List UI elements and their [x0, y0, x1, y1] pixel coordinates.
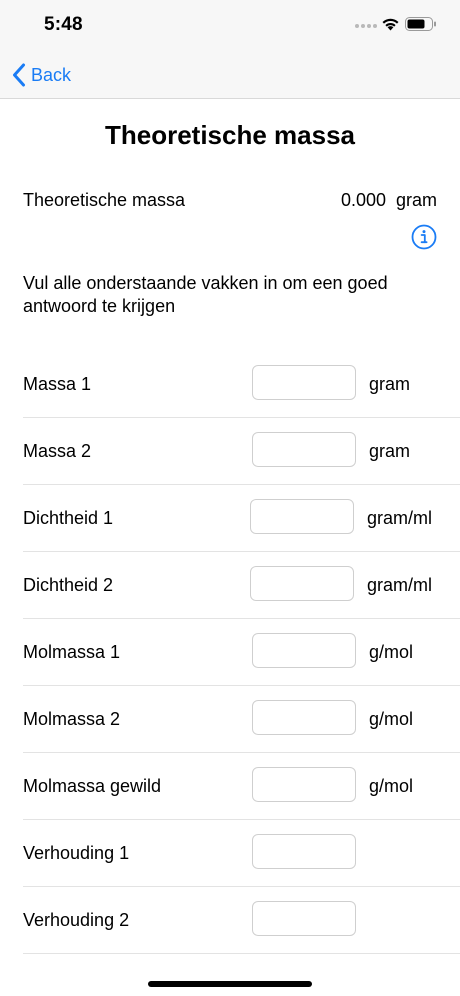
- field-label: Dichtheid 1: [23, 508, 114, 528]
- result-value: 0.000 gram: [341, 190, 437, 211]
- field-label: Massa 1: [23, 374, 92, 394]
- field-label: Verhouding 2: [23, 910, 130, 930]
- form-row-molmassa-2: Molmassa 2 g/mol: [0, 686, 460, 753]
- field-label: Dichtheid 2: [23, 575, 114, 595]
- row-divider: [23, 953, 460, 954]
- dichtheid-1-input[interactable]: [250, 499, 354, 534]
- page-title: Theoretische massa: [104, 120, 355, 150]
- status-time: 5:48: [44, 14, 83, 35]
- cellular-signal-icon: [355, 24, 377, 28]
- field-unit: g/mol: [369, 709, 414, 729]
- form-row-verhouding-2: Verhouding 2: [0, 887, 460, 954]
- back-button-label: Back: [31, 64, 72, 85]
- info-icon[interactable]: [411, 224, 437, 250]
- dichtheid-2-input[interactable]: [250, 566, 354, 601]
- result-label: Theoretische massa: [23, 190, 186, 210]
- back-button[interactable]: Back: [12, 60, 71, 90]
- verhouding-1-input[interactable]: [252, 834, 356, 869]
- field-unit: gram: [369, 441, 411, 461]
- massa-2-input[interactable]: [252, 432, 356, 467]
- form-row-dichtheid-1: Dichtheid 1 gram/ml: [0, 485, 460, 552]
- form-row-massa-2: Massa 2 gram: [0, 418, 460, 485]
- field-label: Molmassa 1: [23, 642, 121, 662]
- wifi-icon: [382, 18, 399, 31]
- battery-icon: [405, 17, 436, 31]
- field-label: Verhouding 1: [23, 843, 130, 863]
- molmassa-gewild-input[interactable]: [252, 767, 356, 802]
- form-row-massa-1: Massa 1 gram: [0, 351, 460, 418]
- form-row-molmassa-1: Molmassa 1 g/mol: [0, 619, 460, 686]
- status-bar: 5:48: [0, 0, 460, 52]
- field-unit: g/mol: [369, 642, 414, 662]
- massa-1-input[interactable]: [252, 365, 356, 400]
- verhouding-2-input[interactable]: [252, 901, 356, 936]
- field-label: Massa 2: [23, 441, 92, 461]
- chevron-left-icon: [13, 63, 25, 87]
- result-unit: gram: [395, 190, 437, 210]
- field-unit: gram/ml: [367, 575, 433, 595]
- molmassa-1-input[interactable]: [252, 633, 356, 668]
- instruction-text: Vul alle onderstaande vakken in om een g…: [23, 273, 388, 316]
- field-unit: gram/ml: [367, 508, 433, 528]
- molmassa-2-input[interactable]: [252, 700, 356, 735]
- form-row-verhouding-1: Verhouding 1: [0, 820, 460, 887]
- navigation-bar: Back: [0, 52, 460, 99]
- form-row-dichtheid-2: Dichtheid 2 gram/ml: [0, 552, 460, 619]
- home-indicator[interactable]: [148, 981, 312, 987]
- field-unit: g/mol: [369, 776, 414, 796]
- field-unit: gram: [369, 374, 411, 394]
- field-label: Molmassa 2: [23, 709, 121, 729]
- field-label: Molmassa gewild: [23, 776, 162, 796]
- form-row-molmassa-gewild: Molmassa gewild g/mol: [0, 753, 460, 820]
- result-number: 0.000: [340, 190, 386, 210]
